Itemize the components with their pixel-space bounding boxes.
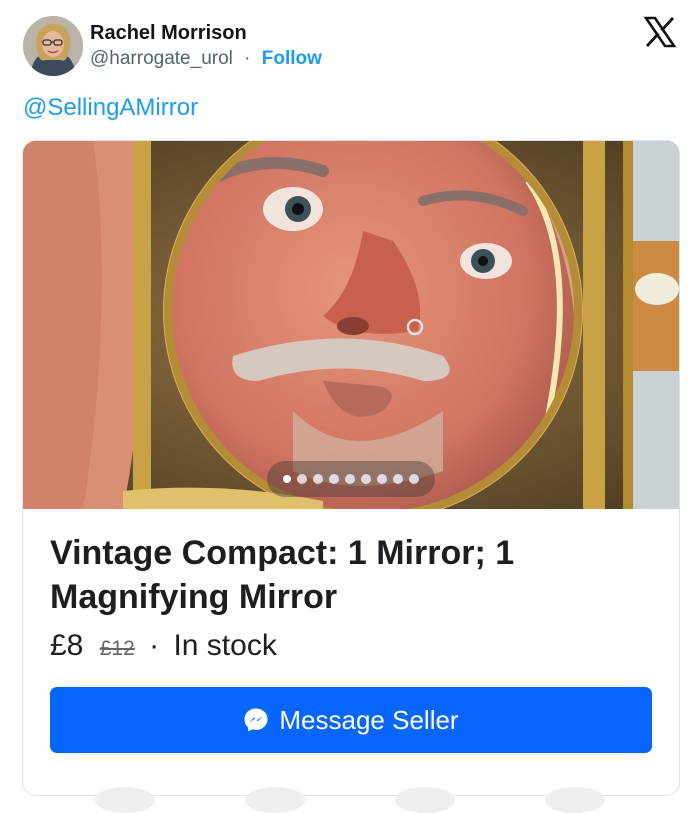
carousel-dot[interactable]: [313, 474, 323, 484]
carousel-dot[interactable]: [409, 474, 419, 484]
carousel-dot[interactable]: [345, 474, 355, 484]
messenger-icon: [244, 708, 268, 732]
current-price: £8: [50, 629, 84, 662]
carousel-dot[interactable]: [329, 474, 339, 484]
price-separator: ·: [149, 629, 160, 662]
action-hint: [545, 787, 605, 813]
carousel-dot[interactable]: [393, 474, 403, 484]
author-handle[interactable]: @harrogate_urol: [90, 48, 233, 69]
listing-photo[interactable]: [23, 141, 679, 509]
listing-photo-image: [23, 141, 679, 509]
action-hint: [395, 787, 455, 813]
carousel-dot[interactable]: [377, 474, 387, 484]
tweet-embed: Rachel Morrison @harrogate_urol · Follow…: [0, 0, 700, 813]
message-seller-label: Message Seller: [279, 704, 459, 735]
carousel-indicator: [267, 461, 435, 497]
avatar[interactable]: [23, 16, 83, 76]
author-name[interactable]: Rachel Morrison: [90, 22, 247, 45]
tweet-mention-link[interactable]: @SellingAMirror: [23, 94, 198, 122]
action-hint: [95, 787, 155, 813]
price-row: £8 £12 · In stock: [50, 629, 277, 663]
follow-button[interactable]: Follow: [262, 48, 322, 69]
author-meta: @harrogate_urol · Follow: [90, 48, 322, 70]
meta-separator: ·: [244, 48, 251, 69]
carousel-dot[interactable]: [283, 475, 291, 483]
listing-title: Vintage Compact: 1 Mirror; 1 Magnifying …: [50, 534, 515, 616]
carousel-dot[interactable]: [297, 474, 307, 484]
x-logo-icon[interactable]: [642, 14, 678, 50]
stock-status: In stock: [173, 629, 277, 662]
carousel-dot[interactable]: [361, 474, 371, 484]
marketplace-listing-card[interactable]: Vintage Compact: 1 Mirror; 1 Magnifying …: [22, 140, 680, 796]
message-seller-button[interactable]: Message Seller: [50, 687, 652, 753]
original-price: £12: [99, 637, 135, 660]
profile-photo-icon: [23, 16, 83, 76]
action-hint: [245, 787, 305, 813]
